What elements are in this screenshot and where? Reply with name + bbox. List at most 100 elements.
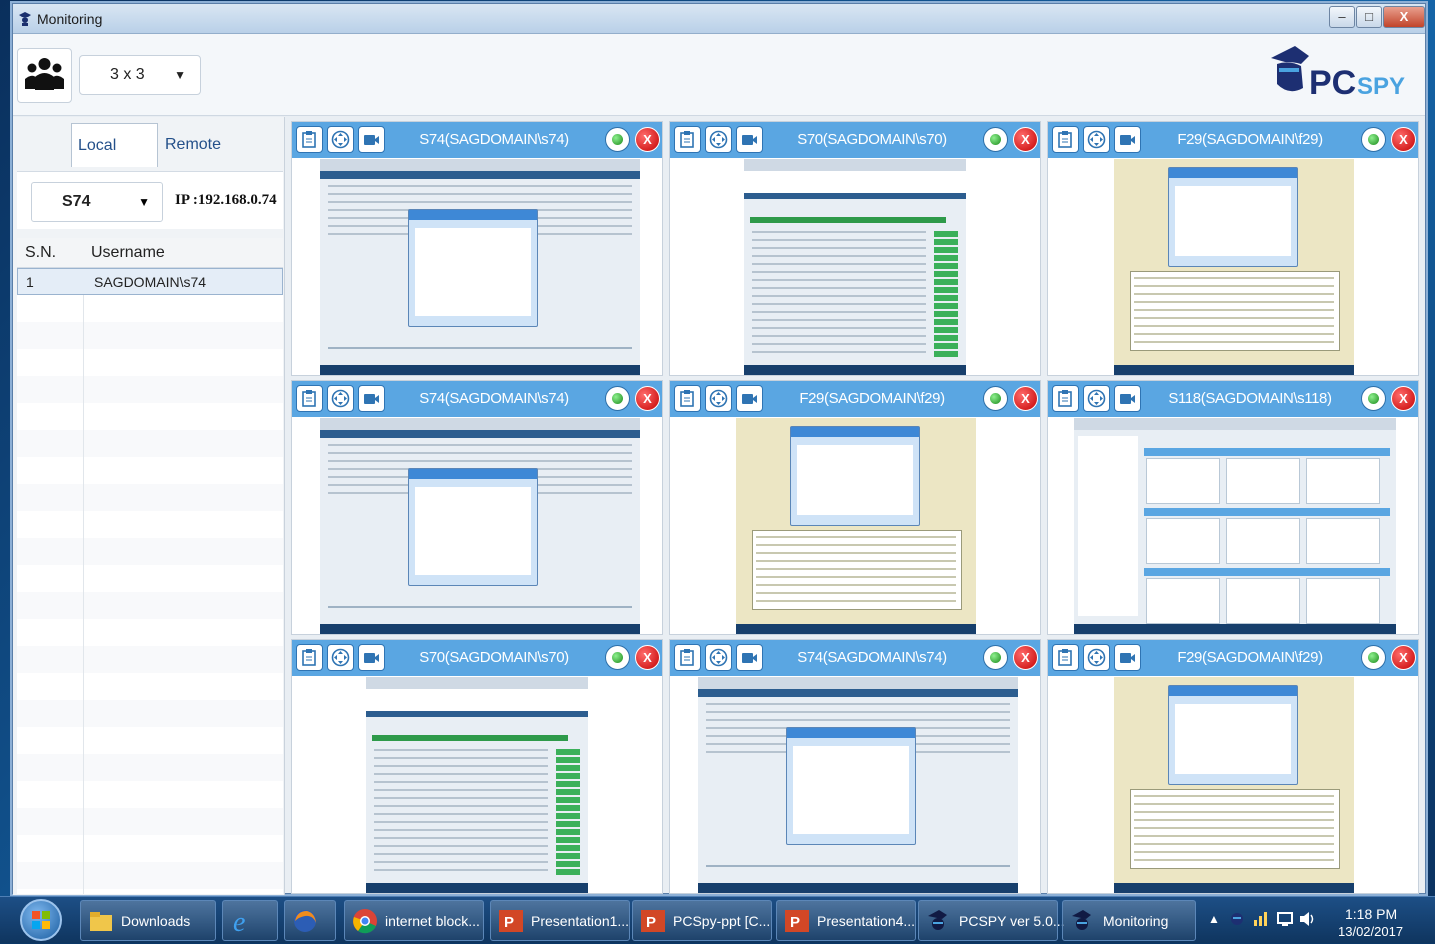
- svg-text:e: e: [233, 907, 245, 935]
- remote-control-icon[interactable]: [1083, 126, 1110, 153]
- video-camera-icon[interactable]: [736, 644, 763, 671]
- table-stripe: [17, 646, 283, 673]
- screen-text-line: [752, 247, 926, 249]
- monitor-cell[interactable]: S74(SAGDOMAIN\s74) X: [291, 121, 663, 376]
- monitor-cell[interactable]: S118(SAGDOMAIN\s118) X: [1047, 380, 1419, 635]
- clipboard-icon[interactable]: [1052, 126, 1079, 153]
- remote-control-icon[interactable]: [1083, 385, 1110, 412]
- tab-remote-users[interactable]: Remote Users: [159, 123, 265, 197]
- remote-control-icon[interactable]: [705, 644, 732, 671]
- remote-screen-thumbnail[interactable]: [1114, 159, 1354, 375]
- remote-screen-thumbnail[interactable]: [366, 677, 588, 893]
- status-green-icon[interactable]: [983, 127, 1008, 152]
- close-cell-button[interactable]: X: [1391, 645, 1416, 670]
- network-icon[interactable]: [1252, 910, 1270, 928]
- remote-screen-thumbnail[interactable]: [744, 159, 966, 375]
- video-camera-icon[interactable]: [1114, 644, 1141, 671]
- start-button[interactable]: [20, 899, 62, 941]
- remote-screen-thumbnail[interactable]: [1114, 677, 1354, 893]
- taskbar-item[interactable]: Monitoring: [1062, 900, 1196, 941]
- monitor-cell[interactable]: S74(SAGDOMAIN\s74) X: [291, 380, 663, 635]
- taskbar-item[interactable]: Downloads: [80, 900, 216, 941]
- monitor-cell[interactable]: S70(SAGDOMAIN\s70) X: [291, 639, 663, 894]
- tab-local-users[interactable]: Local Users: [71, 123, 158, 198]
- close-cell-button[interactable]: X: [1013, 645, 1038, 670]
- maximize-button[interactable]: □: [1356, 6, 1382, 28]
- remote-control-icon[interactable]: [327, 126, 354, 153]
- grid-layout-dropdown[interactable]: 3 x 3 ▼: [79, 55, 201, 95]
- taskbar-item[interactable]: P Presentation4...: [776, 900, 916, 941]
- clipboard-icon[interactable]: [296, 385, 323, 412]
- remote-screen-thumbnail[interactable]: [1074, 418, 1396, 634]
- dialog-body: [1175, 186, 1291, 256]
- close-cell-button[interactable]: X: [1391, 127, 1416, 152]
- users-group-icon[interactable]: [17, 48, 72, 103]
- remote-screen-thumbnail[interactable]: [320, 159, 640, 375]
- taskbar-item[interactable]: e: [222, 900, 278, 941]
- clipboard-icon[interactable]: [1052, 385, 1079, 412]
- monitor-cell[interactable]: F29(SAGDOMAIN\f29) X: [669, 380, 1041, 635]
- status-green-icon[interactable]: [983, 645, 1008, 670]
- clipboard-icon[interactable]: [1052, 644, 1079, 671]
- remote-control-icon[interactable]: [327, 644, 354, 671]
- status-green-icon[interactable]: [605, 127, 630, 152]
- remote-control-icon[interactable]: [705, 126, 732, 153]
- clock-time[interactable]: 1:18 PM: [1345, 906, 1397, 922]
- video-camera-icon[interactable]: [1114, 126, 1141, 153]
- clipboard-icon[interactable]: [674, 644, 701, 671]
- remote-control-icon[interactable]: [705, 385, 732, 412]
- video-camera-icon[interactable]: [1114, 385, 1141, 412]
- video-camera-icon[interactable]: [736, 126, 763, 153]
- video-camera-icon[interactable]: [736, 385, 763, 412]
- clipboard-icon[interactable]: [296, 126, 323, 153]
- user-dropdown[interactable]: S74 ▼: [31, 182, 163, 222]
- screen-green-cell: [556, 845, 580, 851]
- monitor-cell[interactable]: F29(SAGDOMAIN\f29) X: [1047, 639, 1419, 894]
- column-header-username[interactable]: Username: [91, 244, 165, 262]
- video-camera-icon[interactable]: [358, 385, 385, 412]
- column-header-sn[interactable]: S.N.: [25, 244, 56, 262]
- clipboard-icon[interactable]: [296, 644, 323, 671]
- pcspy-icon: [1072, 910, 1091, 930]
- clock-date[interactable]: 13/02/2017: [1338, 924, 1403, 939]
- status-green-icon[interactable]: [983, 386, 1008, 411]
- clipboard-icon[interactable]: [674, 126, 701, 153]
- status-green-icon[interactable]: [605, 645, 630, 670]
- volume-icon[interactable]: [1298, 910, 1316, 928]
- taskbar-item[interactable]: P PCSpy-ppt [C...: [632, 900, 772, 941]
- status-green-icon[interactable]: [1361, 645, 1386, 670]
- close-cell-button[interactable]: X: [1013, 386, 1038, 411]
- table-row[interactable]: 1 SAGDOMAIN\s74: [17, 268, 283, 295]
- screen-taskbar: [320, 624, 640, 634]
- remote-control-icon[interactable]: [327, 385, 354, 412]
- close-button[interactable]: X: [1383, 6, 1425, 28]
- status-green-icon[interactable]: [1361, 127, 1386, 152]
- close-cell-button[interactable]: X: [635, 127, 660, 152]
- remote-screen-thumbnail[interactable]: [736, 418, 976, 634]
- taskbar-item[interactable]: PCSPY ver 5.0...: [918, 900, 1065, 941]
- clipboard-icon[interactable]: [674, 385, 701, 412]
- close-cell-button[interactable]: X: [1013, 127, 1038, 152]
- taskbar-item[interactable]: internet block...: [344, 900, 484, 941]
- status-green-icon[interactable]: [1361, 386, 1386, 411]
- tray-expand-icon[interactable]: ▲: [1208, 912, 1220, 926]
- remote-control-icon[interactable]: [1083, 644, 1110, 671]
- remote-screen-thumbnail[interactable]: [698, 677, 1018, 893]
- remote-screen-thumbnail[interactable]: [320, 418, 640, 634]
- video-camera-icon[interactable]: [358, 126, 385, 153]
- pcspy-tray-icon[interactable]: [1228, 910, 1246, 928]
- close-cell-button[interactable]: X: [635, 645, 660, 670]
- display-icon[interactable]: [1276, 910, 1294, 928]
- status-green-icon[interactable]: [605, 386, 630, 411]
- title-bar[interactable]: Monitoring – □ X: [13, 4, 1425, 34]
- taskbar-item[interactable]: [284, 900, 336, 941]
- taskbar-item[interactable]: P Presentation1...: [490, 900, 630, 941]
- monitor-cell[interactable]: S70(SAGDOMAIN\s70) X: [669, 121, 1041, 376]
- monitor-cell[interactable]: F29(SAGDOMAIN\f29) X: [1047, 121, 1419, 376]
- close-cell-button[interactable]: X: [1391, 386, 1416, 411]
- close-cell-button[interactable]: X: [635, 386, 660, 411]
- toolbar: 3 x 3 ▼ PC SPY: [13, 34, 1425, 116]
- monitor-cell[interactable]: S74(SAGDOMAIN\s74) X: [669, 639, 1041, 894]
- video-camera-icon[interactable]: [358, 644, 385, 671]
- minimize-button[interactable]: –: [1329, 6, 1355, 28]
